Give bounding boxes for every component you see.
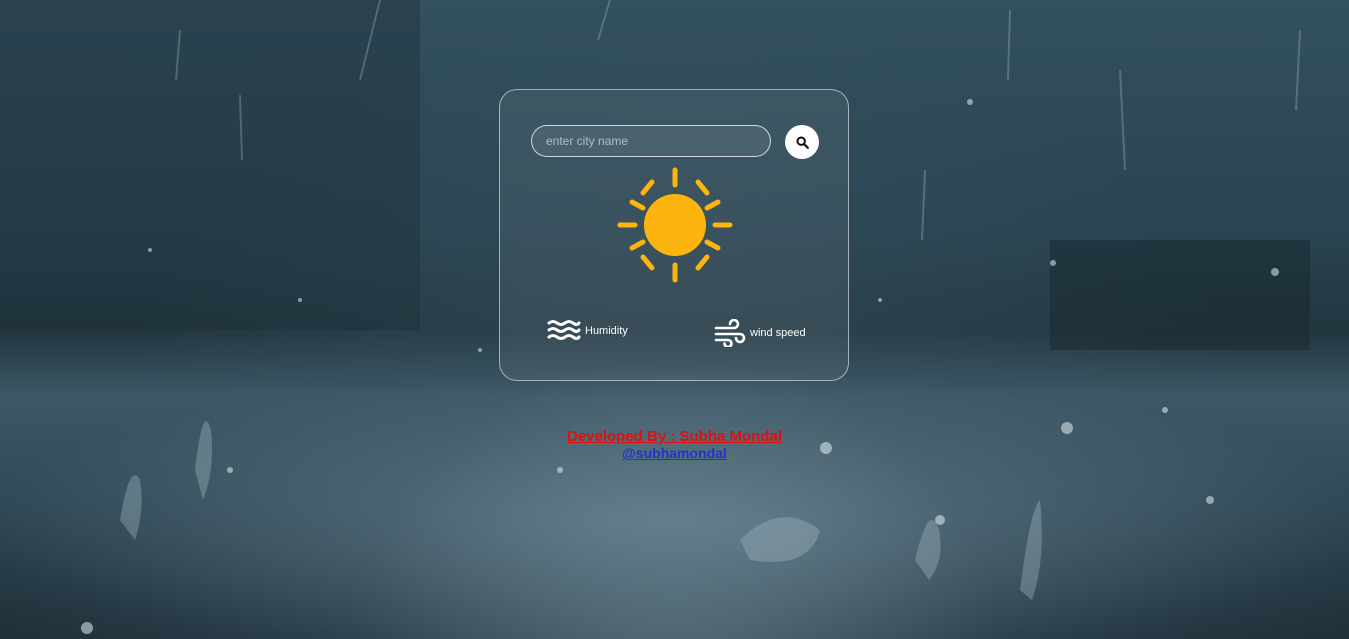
wind-icon: [714, 319, 746, 347]
weather-card: Humidity wind speed: [499, 89, 849, 381]
search-icon: [795, 135, 809, 149]
search-button[interactable]: [785, 125, 819, 159]
developer-handle-link[interactable]: @subhamondal: [622, 445, 727, 462]
footer: Developed By : Subha Mondal @subhamondal: [0, 428, 1349, 463]
humidity-detail: Humidity: [547, 319, 628, 343]
sun-icon: [617, 167, 733, 283]
water-waves-icon: [547, 320, 581, 340]
humidity-label: Humidity: [585, 325, 628, 337]
developer-credit-link[interactable]: Developed By : Subha Mondal: [0, 428, 1349, 445]
city-search-input[interactable]: [531, 125, 771, 157]
wind-speed-detail: wind speed: [714, 319, 806, 347]
wind-speed-label: wind speed: [750, 327, 806, 339]
